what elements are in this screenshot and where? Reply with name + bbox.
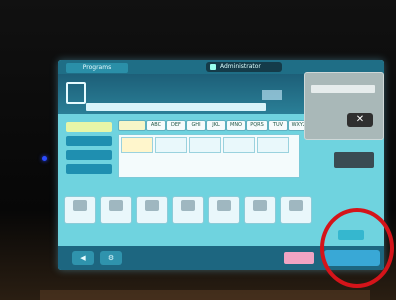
function-button-6[interactable]: [244, 196, 276, 224]
function-button-7[interactable]: [280, 196, 312, 224]
status-led: [42, 156, 47, 161]
admin-label: Administrator: [220, 63, 261, 70]
side-button-2[interactable]: [66, 136, 112, 146]
function-icon: [109, 200, 123, 211]
settings-icon[interactable]: ⚙: [100, 251, 122, 265]
function-button-3[interactable]: [136, 196, 168, 224]
list-item[interactable]: [257, 137, 289, 153]
tab-favorite[interactable]: [118, 120, 146, 131]
programs-tab[interactable]: Programs: [66, 63, 128, 73]
status-panel: [334, 152, 374, 168]
interrupt-button[interactable]: [284, 252, 314, 264]
function-icon: [181, 200, 195, 211]
device-shelf: [40, 290, 370, 300]
tab-jkl[interactable]: JKL: [206, 120, 226, 131]
highlight-circle: [320, 208, 394, 288]
function-bar: [64, 196, 314, 226]
function-button-4[interactable]: [172, 196, 204, 224]
function-icon: [145, 200, 159, 211]
destination-input[interactable]: [86, 103, 266, 111]
function-button-5[interactable]: [208, 196, 240, 224]
side-button-4[interactable]: [66, 164, 112, 174]
function-button-2[interactable]: [100, 196, 132, 224]
side-button-3[interactable]: [66, 150, 112, 160]
function-icon: [289, 200, 303, 211]
function-icon: [253, 200, 267, 211]
tab-pqrs[interactable]: PQRS: [246, 120, 268, 131]
function-icon: [73, 200, 87, 211]
tab-ghi[interactable]: GHI: [186, 120, 206, 131]
list-item[interactable]: [189, 137, 221, 153]
back-icon[interactable]: ◀: [72, 251, 94, 265]
list-item[interactable]: [223, 137, 255, 153]
info-icon: [262, 90, 282, 100]
tab-mno[interactable]: MNO: [226, 120, 246, 131]
tab-def[interactable]: DEF: [166, 120, 186, 131]
address-list: [118, 134, 300, 178]
list-item[interactable]: [121, 137, 153, 153]
document-icon: [66, 82, 86, 104]
list-item[interactable]: [155, 137, 187, 153]
admin-indicator[interactable]: Administrator: [206, 62, 282, 72]
popup-close-button[interactable]: ✕: [347, 113, 373, 127]
side-button-1[interactable]: [66, 122, 112, 132]
function-icon: [217, 200, 231, 211]
function-button-1[interactable]: [64, 196, 96, 224]
popup-message: [311, 85, 375, 93]
user-icon: [210, 64, 216, 70]
tab-tuv[interactable]: TUV: [268, 120, 288, 131]
popup-dialog: ✕: [304, 72, 384, 140]
tab-abc[interactable]: ABC: [146, 120, 166, 131]
